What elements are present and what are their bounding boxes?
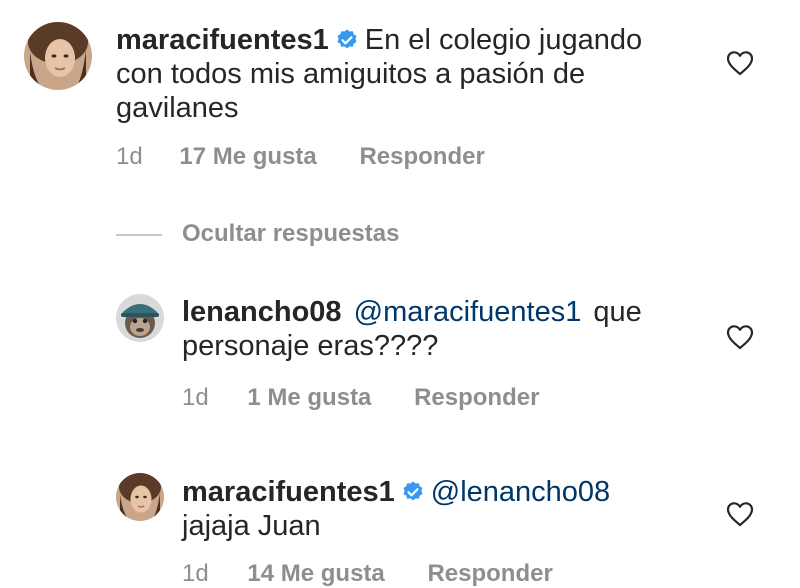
reply-button[interactable]: Responder (359, 143, 484, 171)
like-button[interactable] (726, 324, 754, 350)
comment-text-line: personaje eras???? (182, 330, 439, 362)
like-button[interactable] (726, 50, 754, 76)
comment-username[interactable]: maracifuentes1 (116, 24, 329, 56)
comment-username[interactable]: lenancho08 (182, 296, 342, 328)
hide-replies-button[interactable]: Ocultar respuestas (182, 220, 399, 248)
comment-meta: 1d 1 Me gusta Responder (182, 384, 539, 412)
avatar-woman-photo-icon (116, 473, 164, 521)
mention-link[interactable]: @lenancho08 (431, 476, 610, 508)
comment-text-line: jajaja Juan (182, 510, 321, 542)
comment-likes[interactable]: 17 Me gusta (179, 143, 316, 171)
comment-body: maracifuentes1 En el colegio jugando con … (116, 23, 706, 125)
comment-text-line: con todos mis amiguitos a pasión de (116, 58, 586, 90)
comment-text-line: En el colegio jugando (364, 24, 643, 56)
comment-meta: 1d 14 Me gusta Responder (182, 560, 553, 588)
avatar[interactable] (24, 22, 92, 90)
heart-outline-icon (726, 325, 754, 350)
avatar-woman-photo-icon (24, 22, 92, 90)
comment-time: 1d (182, 384, 209, 411)
heart-outline-icon (726, 502, 754, 527)
comment-likes[interactable]: 1 Me gusta (247, 384, 371, 412)
avatar[interactable] (116, 473, 164, 521)
comment-body: lenancho08 @maracifuentes1 que personaje… (182, 295, 712, 363)
verified-badge-icon (335, 28, 359, 52)
mention-link[interactable]: @maracifuentes1 (354, 296, 582, 328)
comment-text-line: gavilanes (116, 92, 239, 124)
avatar-monkey-cap-icon (116, 294, 164, 342)
comment-likes[interactable]: 14 Me gusta (247, 560, 384, 588)
comment-meta: 1d 17 Me gusta Responder (116, 143, 485, 171)
comment-username[interactable]: maracifuentes1 (182, 476, 395, 508)
reply-button[interactable]: Responder (427, 560, 552, 588)
comment-time: 1d (182, 560, 209, 587)
divider-line (116, 234, 162, 236)
reply-button[interactable]: Responder (414, 384, 539, 412)
comment-body: maracifuentes1 @lenancho08 jajaja Juan (182, 475, 712, 543)
like-button[interactable] (726, 501, 754, 527)
avatar[interactable] (116, 294, 164, 342)
comment-time: 1d (116, 143, 143, 170)
verified-badge-icon (401, 480, 425, 504)
heart-outline-icon (726, 51, 754, 76)
comment-text-line: que (593, 296, 642, 328)
